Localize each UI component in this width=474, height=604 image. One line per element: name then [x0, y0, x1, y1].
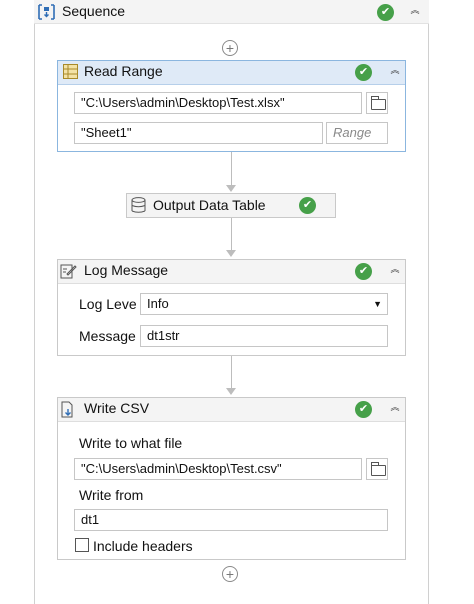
- write-from-input[interactable]: dt1: [74, 509, 388, 531]
- read-range-valid-icon: ✔: [355, 64, 372, 81]
- flow-arrow: [226, 185, 236, 192]
- message-label: Message: [79, 328, 136, 344]
- range-input[interactable]: Range: [326, 122, 388, 144]
- log-message-title: Log Message: [84, 262, 169, 278]
- write-file-input[interactable]: "C:\Users\admin\Desktop\Test.csv": [74, 458, 362, 480]
- browse-csv-button[interactable]: [366, 458, 388, 480]
- write-csv-valid-icon: ✔: [355, 401, 372, 418]
- flow-connector: [231, 152, 232, 186]
- log-level-label: Log Leve: [79, 296, 137, 312]
- write-csv-collapse-icon[interactable]: ︽: [388, 403, 402, 417]
- read-range-collapse-icon[interactable]: ︽: [388, 66, 402, 80]
- include-headers-checkbox[interactable]: [75, 538, 89, 552]
- read-range-title: Read Range: [84, 63, 163, 79]
- log-level-select[interactable]: Info ▼: [140, 293, 388, 315]
- include-headers-label: Include headers: [93, 538, 193, 554]
- output-data-table-title: Output Data Table: [153, 197, 266, 213]
- output-data-table-valid-icon: ✔: [299, 197, 316, 214]
- folder-icon: [370, 462, 386, 476]
- add-activity-top-button[interactable]: +: [222, 40, 238, 56]
- flow-connector: [231, 218, 232, 251]
- sequence-title: Sequence: [62, 3, 126, 19]
- write-from-label: Write from: [79, 487, 144, 503]
- sequence-valid-icon: ✔: [377, 4, 394, 21]
- sequence-collapse-icon[interactable]: ︽: [408, 6, 422, 20]
- flow-arrow: [226, 388, 236, 395]
- browse-workbook-button[interactable]: [366, 92, 388, 114]
- log-message-collapse-icon[interactable]: ︽: [388, 265, 402, 279]
- write-file-label: Write to what file: [79, 435, 183, 451]
- database-icon: [131, 197, 146, 213]
- flow-connector: [231, 356, 232, 389]
- workbook-path-input[interactable]: "C:\Users\admin\Desktop\Test.xlsx": [74, 92, 362, 114]
- write-csv-icon: [61, 401, 73, 418]
- chevron-down-icon: ▼: [373, 299, 382, 309]
- write-csv-title: Write CSV: [84, 400, 150, 416]
- flow-arrow: [226, 250, 236, 257]
- folder-icon: [370, 96, 386, 110]
- log-message-valid-icon: ✔: [355, 263, 372, 280]
- sheet-name-input[interactable]: "Sheet1": [74, 122, 323, 144]
- log-message-icon: [60, 264, 77, 279]
- log-level-value: Info: [147, 296, 169, 311]
- add-activity-bottom-button[interactable]: +: [222, 566, 238, 582]
- sequence-icon: [38, 4, 55, 20]
- excel-range-icon: [63, 64, 78, 79]
- message-input[interactable]: dt1str: [140, 325, 388, 347]
